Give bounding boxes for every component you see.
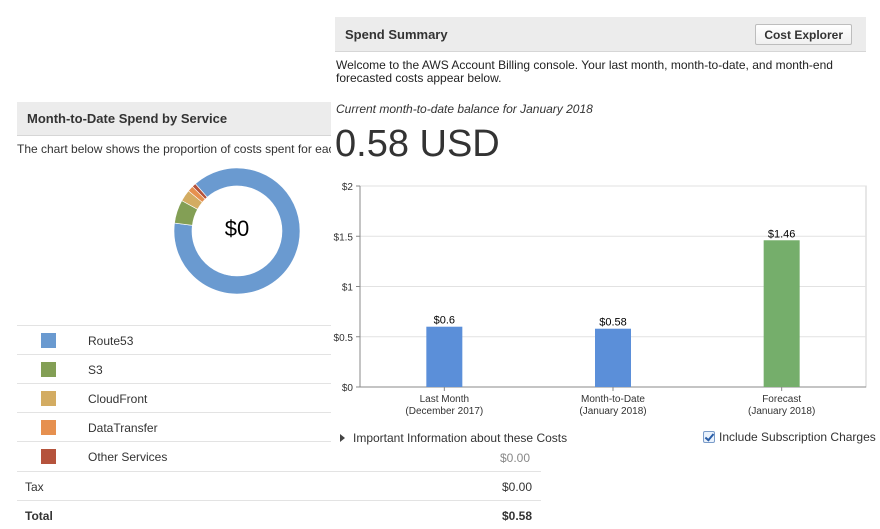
obscured-row-amount: $0.00 <box>500 451 531 463</box>
bar-data-label: $0.6 <box>434 315 455 327</box>
bar-data-label: $0.58 <box>599 317 627 329</box>
bar <box>763 240 800 387</box>
tax-row: Tax $0.00 <box>17 471 541 500</box>
spend-by-service-description: The chart below shows the proportion of … <box>17 142 331 156</box>
include-subscription-option[interactable]: Include Subscription Charges <box>703 430 876 444</box>
x-tick-label: Month-to-Date (January 2018) <box>579 394 646 417</box>
y-tick-label: $2 <box>342 182 354 193</box>
legend-row: S3 <box>17 354 331 383</box>
y-tick-label: $1.5 <box>334 232 354 243</box>
spend-summary-header: Spend Summary Cost Explorer <box>335 17 866 52</box>
total-row: Total $0.58 <box>17 500 541 529</box>
include-subscription-checkbox[interactable] <box>703 431 715 443</box>
legend-row: CloudFront <box>17 383 331 412</box>
legend-swatch <box>41 420 56 435</box>
important-info-label: Important Information about these Costs <box>353 431 568 445</box>
cost-bar-chart: $0 $0.5 $1 $1.5 $2 $0.6 Last Month (December 20… <box>334 182 867 417</box>
bar <box>595 328 631 387</box>
balance-value: 0.58 USD <box>335 123 500 165</box>
legend-swatch <box>41 362 56 377</box>
tax-value: $0.00 <box>501 480 532 494</box>
total-value: $0.58 <box>501 509 532 523</box>
legend-label: Route53 <box>88 334 134 348</box>
legend-row: DataTransfer <box>17 412 331 441</box>
y-tick-label: $1 <box>342 283 354 294</box>
spend-by-service-header: Month-to-Date Spend by Service <box>17 102 331 136</box>
bar <box>426 326 463 387</box>
legend-row: Route53 <box>17 325 331 354</box>
cost-explorer-button[interactable]: Cost Explorer <box>755 24 852 45</box>
service-legend: Route53 S3 CloudFront DataTransfer Other Ser… <box>17 325 331 470</box>
y-tick-label: $0.5 <box>334 333 354 344</box>
total-label: Total <box>25 509 53 523</box>
spend-summary-title: Spend Summary <box>345 27 448 42</box>
legend-label: S3 <box>88 363 103 377</box>
y-tick-label: $0 <box>342 383 354 394</box>
spend-by-service-title: Month-to-Date Spend by Service <box>27 111 228 126</box>
important-info-toggle[interactable]: Important Information about these Costs <box>340 431 567 445</box>
balance-label: Current month-to-date balance for Januar… <box>336 102 593 116</box>
caret-right-icon <box>340 434 345 442</box>
include-subscription-label: Include Subscription Charges <box>719 430 876 444</box>
legend-swatch <box>41 391 56 406</box>
legend-label: Other Services <box>88 450 168 464</box>
legend-swatch <box>41 449 56 464</box>
legend-label: CloudFront <box>88 392 148 406</box>
x-tick-label: Forecast (January 2018) <box>748 394 815 417</box>
donut-center-label: $0 <box>224 216 250 241</box>
welcome-text: Welcome to the AWS Account Billing conso… <box>336 58 833 85</box>
legend-row: Other Services <box>17 441 331 470</box>
tax-label: Tax <box>25 480 44 494</box>
x-tick-label: Last Month (December 2017) <box>405 394 483 417</box>
bar-data-label: $1.46 <box>768 228 796 240</box>
legend-label: DataTransfer <box>88 421 158 435</box>
legend-swatch <box>41 333 56 348</box>
